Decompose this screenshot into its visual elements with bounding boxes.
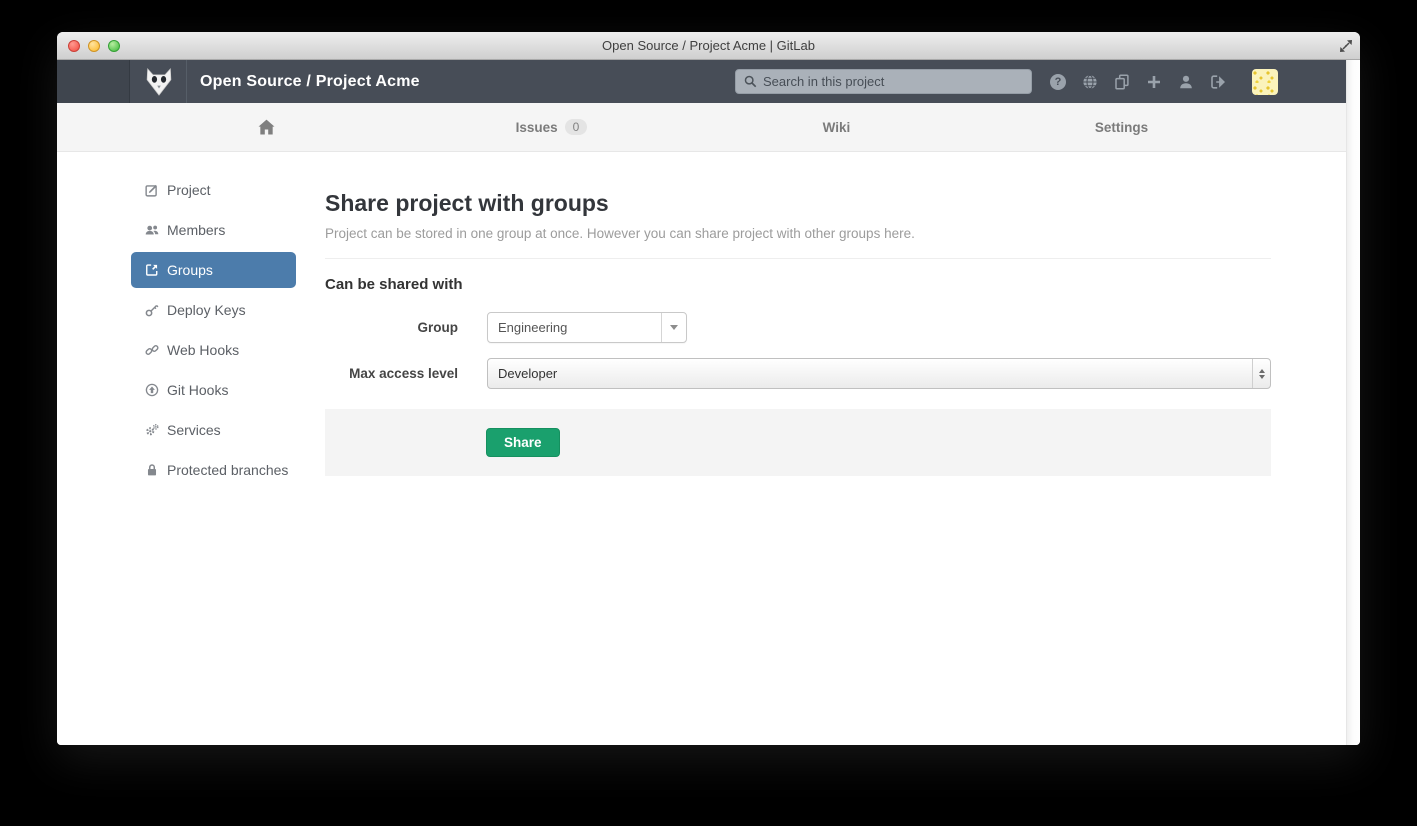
settings-sidebar: Project Members Groups xyxy=(131,172,296,492)
lock-icon xyxy=(145,463,159,477)
sidebar-item-label: Services xyxy=(167,422,221,438)
search-box[interactable] xyxy=(735,69,1032,94)
sidebar-item-groups[interactable]: Groups xyxy=(131,252,296,288)
chevron-down-icon xyxy=(661,313,686,342)
copy-icon[interactable] xyxy=(1114,74,1130,90)
fullscreen-icon[interactable] xyxy=(1339,39,1353,53)
help-icon[interactable]: ? xyxy=(1050,74,1066,90)
sidebar-item-members[interactable]: Members xyxy=(131,212,296,248)
nav-issues[interactable]: Issues 0 xyxy=(409,103,694,151)
navbar-left-segment xyxy=(57,60,130,103)
sidebar-item-services[interactable]: Services xyxy=(131,412,296,448)
user-avatar[interactable] xyxy=(1252,69,1278,95)
nav-issues-label: Issues xyxy=(516,120,558,135)
search-icon xyxy=(744,75,757,88)
nav-settings-label: Settings xyxy=(1095,120,1148,135)
sidebar-item-label: Members xyxy=(167,222,225,238)
plus-icon[interactable] xyxy=(1146,74,1162,90)
cogs-icon xyxy=(145,423,159,437)
group-label: Group xyxy=(325,312,458,343)
share-square-icon xyxy=(145,263,159,277)
max-access-form-row: Max access level Developer xyxy=(325,358,1271,389)
sidebar-item-project[interactable]: Project xyxy=(131,172,296,208)
sidebar-item-git-hooks[interactable]: Git Hooks xyxy=(131,372,296,408)
group-select[interactable]: Engineering xyxy=(487,312,687,343)
sign-out-icon[interactable] xyxy=(1210,74,1226,90)
sidebar-item-protected-branches[interactable]: Protected branches xyxy=(131,452,296,488)
group-form-row: Group Engineering xyxy=(325,312,1271,343)
users-icon xyxy=(145,223,159,237)
form-actions: Share xyxy=(325,409,1271,476)
window-title: Open Source / Project Acme | GitLab xyxy=(57,32,1360,60)
group-select-value: Engineering xyxy=(488,313,661,342)
issues-count-badge: 0 xyxy=(565,119,588,135)
sidebar-item-label: Git Hooks xyxy=(167,382,228,398)
page-title: Share project with groups xyxy=(325,190,1271,217)
app-window: Open Source / Project Acme | GitLab Open… xyxy=(57,32,1360,745)
user-icon[interactable] xyxy=(1178,74,1194,90)
home-icon xyxy=(258,119,275,135)
gitlab-logo[interactable] xyxy=(131,60,187,103)
max-access-select-value: Developer xyxy=(488,359,1252,388)
key-icon xyxy=(145,303,159,317)
top-navbar: Open Source / Project Acme ? xyxy=(57,60,1360,103)
sidebar-item-label: Web Hooks xyxy=(167,342,239,358)
nav-wiki-label: Wiki xyxy=(823,120,851,135)
globe-icon[interactable] xyxy=(1082,74,1098,90)
select-stepper-icon xyxy=(1252,359,1270,388)
content-area: Project Members Groups xyxy=(57,152,1346,745)
sidebar-item-web-hooks[interactable]: Web Hooks xyxy=(131,332,296,368)
link-icon xyxy=(145,343,159,357)
sidebar-item-label: Deploy Keys xyxy=(167,302,246,318)
share-project-panel: Share project with groups Project can be… xyxy=(325,190,1271,476)
sidebar-item-label: Protected branches xyxy=(167,462,288,478)
macos-titlebar: Open Source / Project Acme | GitLab xyxy=(57,32,1360,60)
sidebar-item-label: Groups xyxy=(167,262,213,278)
pencil-square-icon xyxy=(145,183,159,197)
scrollbar-track[interactable] xyxy=(1346,60,1360,745)
divider xyxy=(325,258,1271,259)
share-button[interactable]: Share xyxy=(486,428,560,457)
nav-settings[interactable]: Settings xyxy=(979,103,1264,151)
max-access-level-select[interactable]: Developer xyxy=(487,358,1271,389)
sidebar-item-label: Project xyxy=(167,182,211,198)
nav-home[interactable] xyxy=(124,103,409,151)
page-description: Project can be stored in one group at on… xyxy=(325,226,1271,241)
nav-wiki[interactable]: Wiki xyxy=(694,103,979,151)
project-nav: Issues 0 Wiki Settings xyxy=(57,103,1346,152)
arrow-circle-up-icon xyxy=(145,383,159,397)
section-heading: Can be shared with xyxy=(325,276,1271,293)
max-access-label: Max access level xyxy=(325,358,458,389)
project-title: Open Source / Project Acme xyxy=(200,60,420,103)
sidebar-item-deploy-keys[interactable]: Deploy Keys xyxy=(131,292,296,328)
gitlab-fox-icon xyxy=(145,67,173,97)
search-input[interactable] xyxy=(763,74,1023,89)
